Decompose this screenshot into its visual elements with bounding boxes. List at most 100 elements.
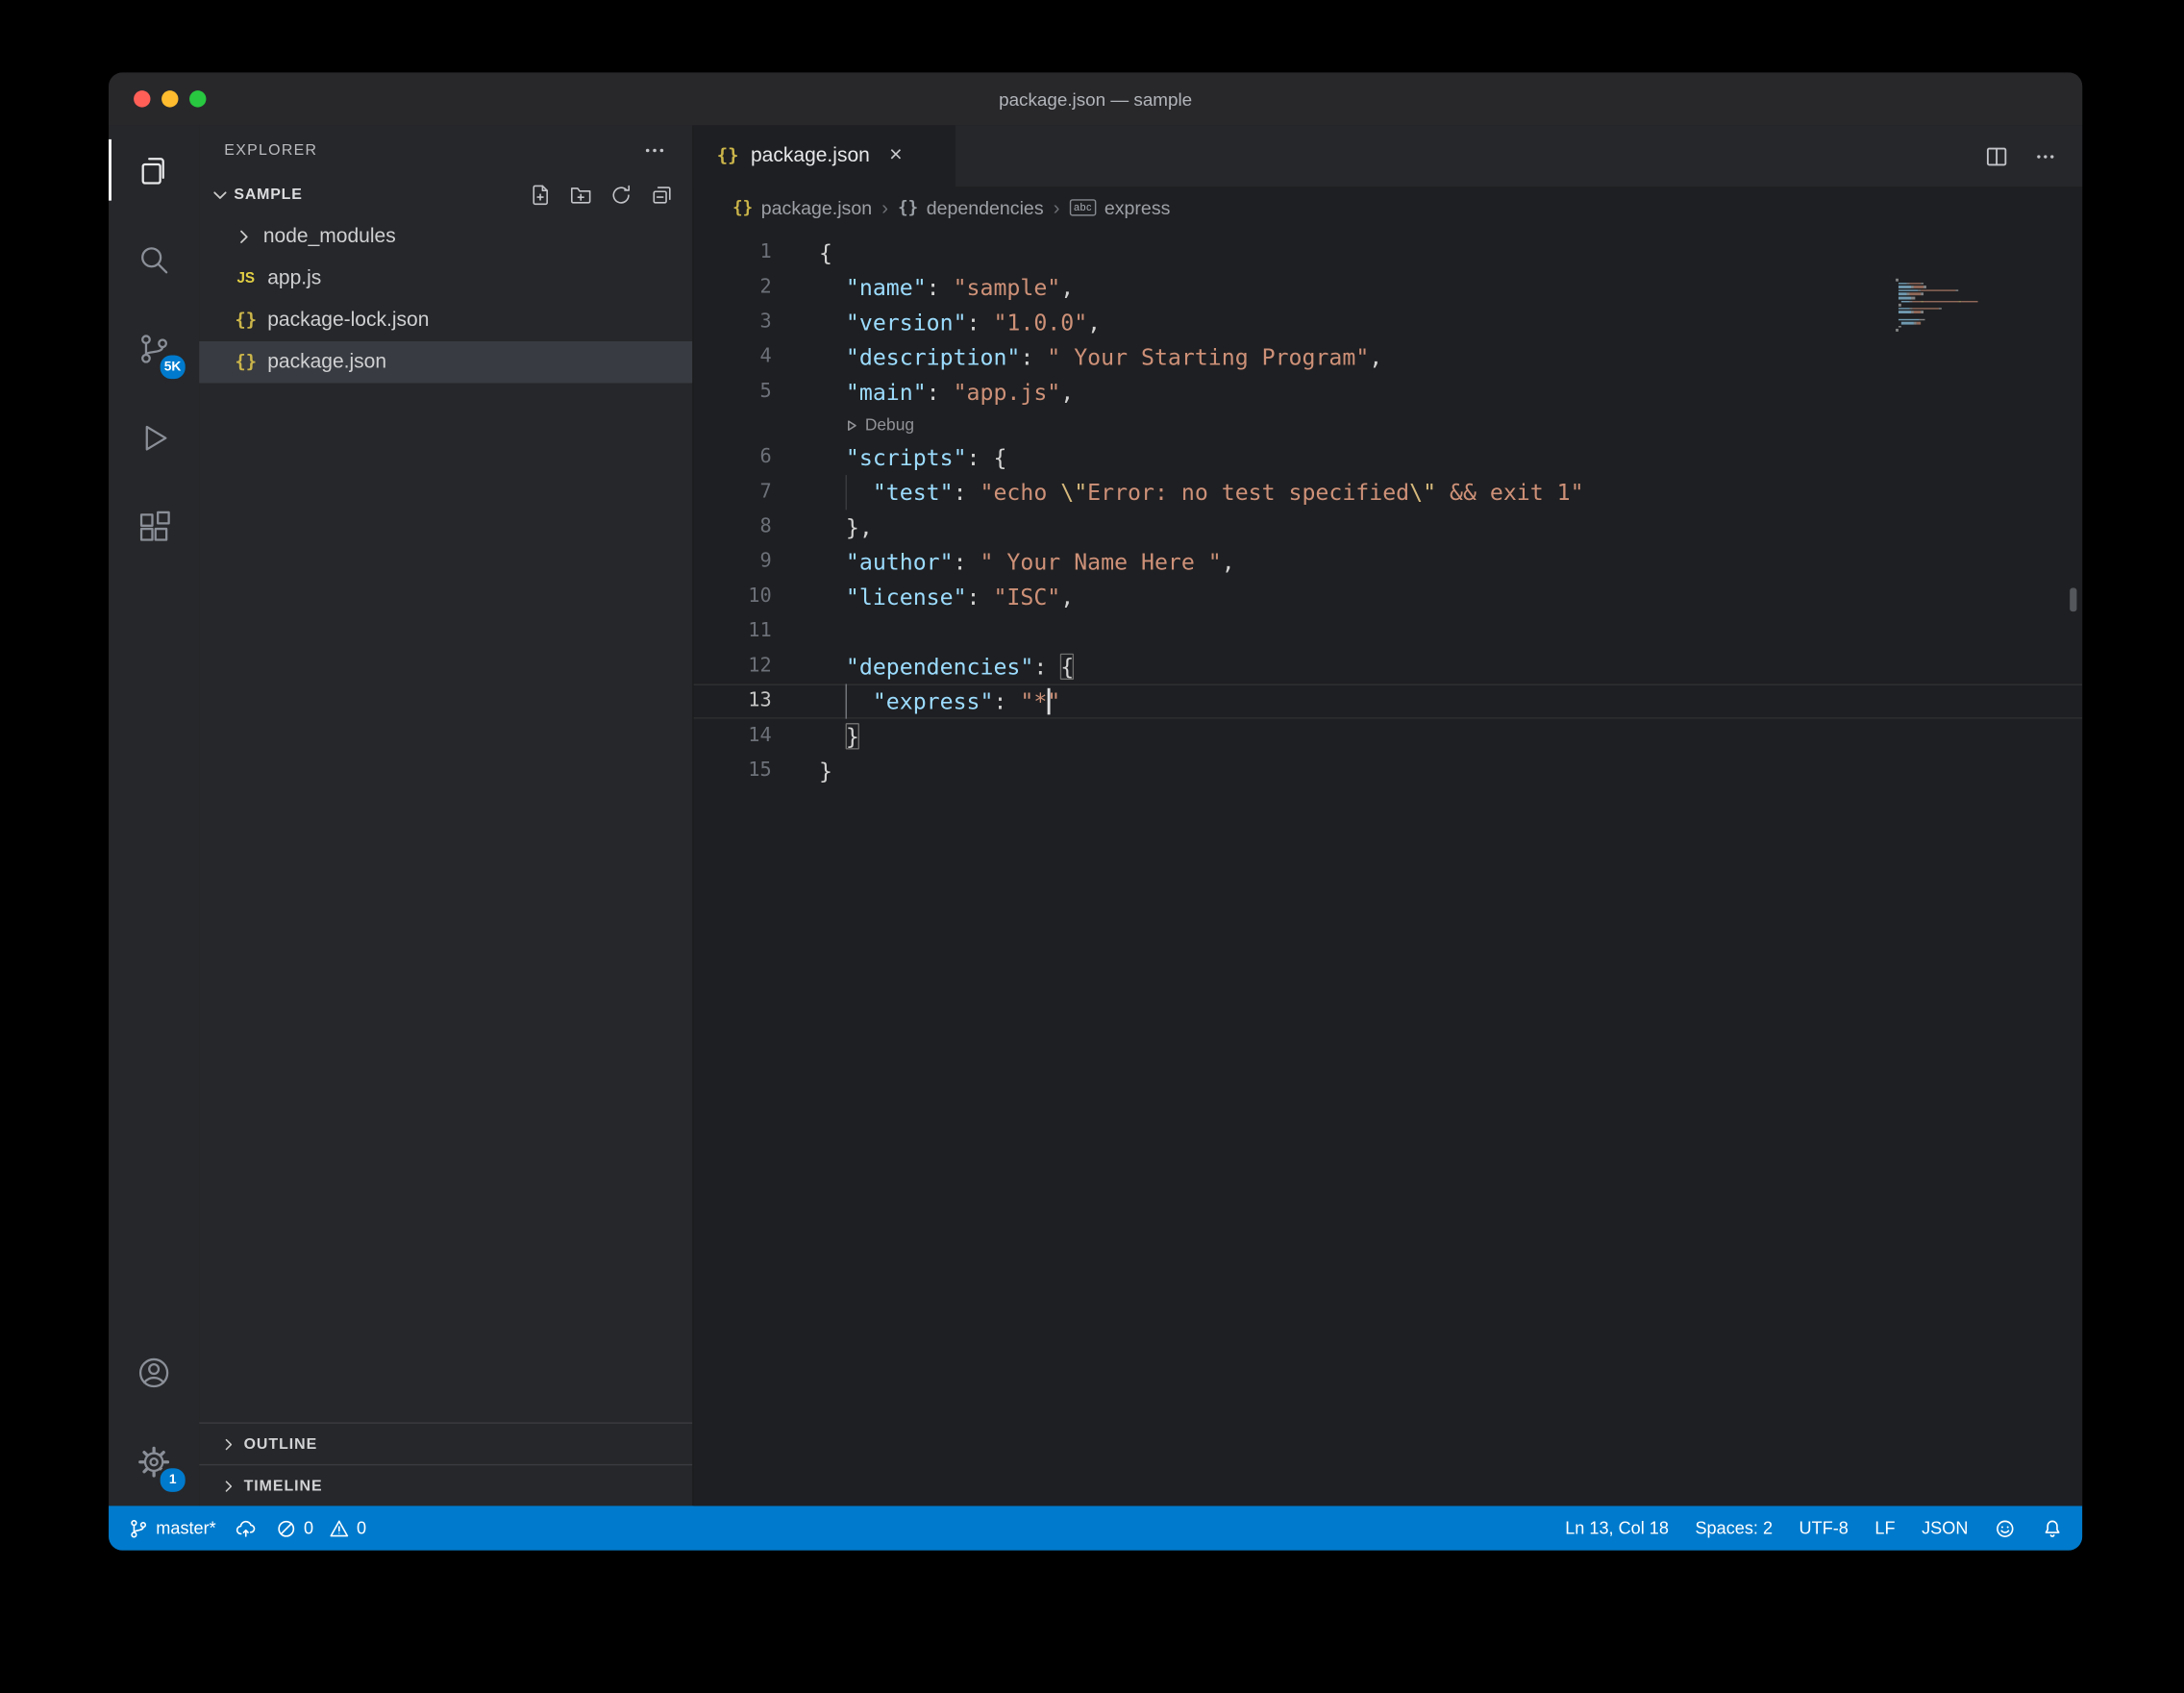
breadcrumb-label: express [1104, 197, 1171, 218]
panel-timeline[interactable]: TIMELINE [199, 1464, 692, 1506]
branch-name: master* [156, 1518, 215, 1537]
line-number: 4 [694, 340, 772, 375]
files-icon [136, 151, 173, 188]
activity-run-debug-button[interactable] [109, 393, 199, 483]
code-line-11[interactable]: 11 [694, 614, 2083, 649]
feedback-button[interactable] [1995, 1506, 2016, 1550]
code-line-6[interactable]: 6 "scripts": { [694, 440, 2083, 475]
explorer-more-actions-button[interactable] [642, 137, 667, 162]
publish-changes-button[interactable] [236, 1506, 257, 1550]
file-item-app.js[interactable]: JS app.js [199, 258, 692, 299]
line-content: "scripts": { [772, 440, 2082, 475]
collapse-folders-button[interactable] [651, 184, 673, 206]
code-line-5[interactable]: 5 "main": "app.js", [694, 375, 2083, 410]
split-editor-button[interactable] [1985, 144, 2009, 168]
extensions-icon [136, 508, 173, 545]
code-line-8[interactable]: 8 }, [694, 510, 2083, 544]
language-mode-indicator[interactable]: JSON [1922, 1506, 1968, 1550]
sidebar-header: EXPLORER [199, 125, 692, 174]
file-item-node_modules[interactable]: node_modules [199, 216, 692, 258]
section-label: SAMPLE [234, 187, 302, 203]
tab-label: package.json [751, 145, 870, 167]
settings-button[interactable]: 1 [109, 1417, 199, 1506]
activity-extensions-button[interactable] [109, 482, 199, 571]
git-branch-icon [128, 1518, 149, 1539]
codelens-debug[interactable]: Debug [694, 410, 2083, 440]
code-line-9[interactable]: 9 "author": " Your Name Here ", [694, 545, 2083, 580]
file-label: app.js [267, 267, 321, 289]
line-content: } [772, 754, 2082, 788]
activity-explorer-button[interactable] [109, 125, 199, 214]
sidebar-explorer: EXPLORER SAMPLE [199, 125, 693, 1506]
account-icon [136, 1354, 173, 1391]
editor-actions [1985, 125, 2082, 187]
code-line-15[interactable]: 15} [694, 754, 2083, 788]
scrollbar-thumb[interactable] [2070, 587, 2076, 611]
account-button[interactable] [109, 1328, 199, 1417]
cursor-position-indicator[interactable]: Ln 13, Col 18 [1565, 1506, 1669, 1550]
file-item-package.json[interactable]: {}package.json [199, 341, 692, 383]
breadcrumb-dependencies[interactable]: {} dependencies [898, 197, 1043, 218]
section-sample[interactable]: SAMPLE [199, 174, 692, 215]
code-line-2[interactable]: 2 "name": "sample", [694, 270, 2083, 305]
line-number: 7 [694, 475, 772, 510]
indentation-indicator[interactable]: Spaces: 2 [1695, 1506, 1773, 1550]
notifications-button[interactable] [2042, 1506, 2063, 1550]
chevron-right-icon [220, 1435, 236, 1452]
eol-indicator[interactable]: LF [1874, 1506, 1895, 1550]
search-icon [136, 240, 173, 278]
breadcrumb-express[interactable]: abc express [1070, 197, 1171, 218]
new-file-button[interactable] [530, 184, 552, 206]
status-bar: master* 0 0 [109, 1506, 2082, 1550]
minimize-window-button[interactable] [161, 90, 178, 107]
file-item-package-lock.json[interactable]: {}package-lock.json [199, 300, 692, 341]
line-number: 3 [694, 305, 772, 339]
code-line-14[interactable]: 14 } [694, 719, 2083, 754]
more-actions-button[interactable] [2034, 144, 2058, 168]
line-content: "license": "ISC", [772, 580, 2082, 614]
code-line-1[interactable]: 1{ [694, 236, 2083, 270]
code-line-3[interactable]: 3 "version": "1.0.0", [694, 305, 2083, 339]
code-line-13[interactable]: 13 "express": "*" [694, 684, 2083, 718]
refresh-button[interactable] [610, 184, 633, 206]
line-content: }, [772, 510, 2082, 544]
code-line-7[interactable]: 7 "test": "echo \"Error: no test specifi… [694, 475, 2083, 510]
js-file-icon: JS [234, 270, 258, 286]
new-folder-button[interactable] [570, 184, 592, 206]
chevron-down-icon [211, 186, 230, 205]
screen: package.json — sample [0, 0, 2184, 1693]
encoding-indicator[interactable]: UTF-8 [1799, 1506, 1849, 1550]
breadcrumb-label: dependencies [927, 197, 1044, 218]
code-line-4[interactable]: 4 "description": " Your Starting Program… [694, 340, 2083, 375]
indent-guide [846, 475, 847, 510]
bell-icon [2042, 1518, 2063, 1539]
code-line-12[interactable]: 12 "dependencies": { [694, 649, 2083, 684]
tab-package-json[interactable]: {} package.json × [694, 125, 956, 187]
cloud-upload-icon [236, 1518, 257, 1539]
breadcrumb-label: package.json [761, 197, 872, 218]
json-file-icon: {} [234, 352, 258, 373]
problems-indicator[interactable]: 0 0 [276, 1506, 366, 1550]
text-cursor [1047, 688, 1050, 715]
zoom-window-button[interactable] [189, 90, 206, 107]
editor-group: {} package.json × { [694, 125, 2083, 1506]
indent-guide [846, 684, 847, 718]
activity-source-control-button[interactable]: 5K [109, 304, 199, 393]
code-editor[interactable]: 1{2 "name": "sample",3 "version": "1.0.0… [694, 229, 2083, 1506]
branch-indicator[interactable]: master* [128, 1506, 215, 1550]
ellipsis-icon [642, 137, 667, 162]
breadcrumb-separator: › [881, 196, 888, 218]
code-line-10[interactable]: 10 "license": "ISC", [694, 580, 2083, 614]
minimap[interactable] [1896, 279, 2051, 333]
file-label: node_modules [263, 226, 396, 248]
line-content: { [772, 236, 2082, 270]
breadcrumb-file[interactable]: {} package.json [732, 197, 872, 218]
line-number: 9 [694, 545, 772, 580]
json-file-icon: {} [234, 310, 258, 331]
activity-search-button[interactable] [109, 214, 199, 304]
panel-outline[interactable]: OUTLINE [199, 1422, 692, 1463]
close-tab-icon[interactable]: × [889, 145, 903, 167]
close-window-button[interactable] [134, 90, 150, 107]
line-number: 1 [694, 236, 772, 270]
line-number: 8 [694, 510, 772, 544]
